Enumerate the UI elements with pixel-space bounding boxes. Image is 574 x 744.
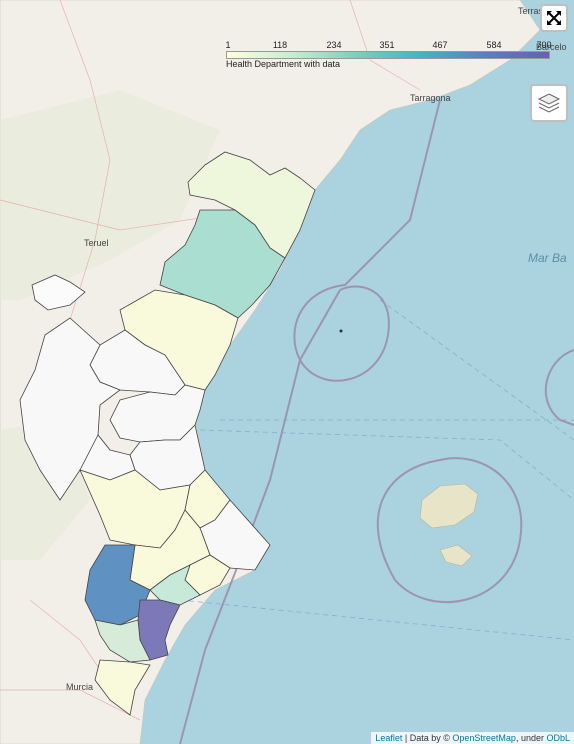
legend-tick-7: 700 — [536, 40, 552, 50]
layers-icon — [537, 93, 561, 113]
attribution-data-by: Data by © — [409, 733, 450, 743]
legend-tick-6: 584 — [486, 40, 502, 50]
label-murcia: Murcia — [66, 682, 93, 692]
choropleth-legend: 1 118 234 351 467 584 700 Health Departm… — [222, 40, 552, 74]
layers-control-button[interactable] — [530, 84, 568, 122]
fullscreen-icon — [547, 11, 561, 25]
odbl-link[interactable]: ODbL — [546, 733, 570, 743]
island-dot — [339, 329, 343, 333]
legend-tick-2: 118 — [272, 40, 288, 50]
attribution-separator: | — [404, 733, 408, 743]
fullscreen-button[interactable] — [540, 4, 568, 32]
label-teruel: Teruel — [84, 238, 109, 248]
legend-tick-4: 351 — [379, 40, 395, 50]
legend-color-bar — [226, 51, 550, 59]
legend-tick-5: 467 — [432, 40, 448, 50]
leaflet-link[interactable]: Leaflet — [375, 733, 402, 743]
legend-title: Health Department with data — [226, 59, 341, 69]
map-container[interactable]: Teruel Tarragona Murcia Terras Barcelo M… — [0, 0, 574, 744]
osm-link[interactable]: OpenStreetMap — [452, 733, 516, 743]
label-sea: Mar Ba — [528, 251, 567, 265]
attribution-under: , under — [515, 733, 544, 743]
label-tarragona: Tarragona — [410, 93, 451, 103]
map-attribution: Leaflet | Data by © OpenStreetMap, under… — [371, 732, 574, 744]
legend-tick-3: 234 — [326, 40, 342, 50]
map-tiles[interactable]: Teruel Tarragona Murcia Terras Barcelo M… — [0, 0, 574, 744]
legend-tick-1: 1 — [225, 40, 231, 50]
